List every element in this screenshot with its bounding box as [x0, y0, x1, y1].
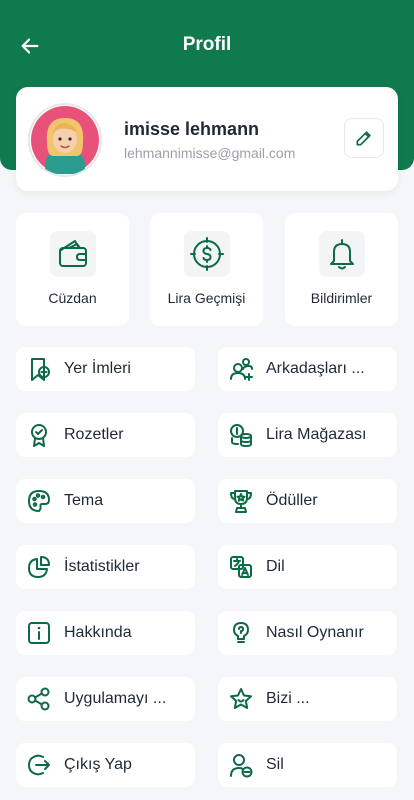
menu-item-language[interactable]: Dil	[218, 545, 397, 589]
menu-item-label: Nasıl Oynanır	[266, 624, 364, 641]
menu-item-label: Hakkında	[64, 624, 132, 641]
quick-action-wallet[interactable]: Cüzdan	[16, 213, 129, 326]
add-friend-icon	[228, 356, 254, 382]
quick-action-label: Cüzdan	[48, 290, 97, 306]
menu-item-statistics[interactable]: İstatistikler	[16, 545, 195, 589]
star-icon	[228, 686, 254, 712]
dollar-compass-icon	[183, 231, 230, 277]
menu-item-friends[interactable]: Arkadaşları ...	[218, 347, 397, 391]
menu-item-about[interactable]: Hakkında	[16, 611, 195, 655]
menu-item-label: Uygulamayı ...	[64, 690, 167, 707]
logout-icon	[26, 752, 52, 778]
menu-item-label: Sil	[266, 756, 284, 773]
badge-icon	[26, 422, 52, 448]
wallet-icon	[49, 231, 96, 277]
trophy-icon	[228, 488, 254, 514]
menu-item-logout[interactable]: Çıkış Yap	[16, 743, 195, 787]
menu-item-label: Dil	[266, 558, 285, 575]
user-name: imisse lehmann	[124, 119, 260, 139]
profile-card: imisse lehmann lehmannimisse@gmail.com	[16, 87, 398, 191]
coins-icon	[228, 422, 254, 448]
menu-item-theme[interactable]: Tema	[16, 479, 195, 523]
menu-item-label: Rozetler	[64, 426, 124, 443]
bookmark-add-icon	[26, 356, 52, 382]
menu-item-label: Çıkış Yap	[64, 756, 132, 773]
quick-action-lira-history[interactable]: Lira Geçmişi	[150, 213, 263, 326]
help-icon	[228, 620, 254, 646]
avatar[interactable]	[28, 103, 102, 177]
menu-item-delete-account[interactable]: Sil	[218, 743, 397, 787]
menu-item-label: Tema	[64, 492, 104, 509]
menu-item-rate-us[interactable]: Bizi ...	[218, 677, 397, 721]
menu-item-how-to-play[interactable]: Nasıl Oynanır	[218, 611, 397, 655]
menu-item-label: Ödüller	[266, 492, 318, 509]
menu-item-label: Arkadaşları ...	[266, 360, 365, 377]
menu-item-label: İstatistikler	[64, 558, 140, 575]
menu-item-bookmarks[interactable]: Yer İmleri	[16, 347, 195, 391]
menu-item-share-app[interactable]: Uygulamayı ...	[16, 677, 195, 721]
share-icon	[26, 686, 52, 712]
palette-icon	[26, 488, 52, 514]
avatar-image	[31, 106, 99, 174]
pie-chart-icon	[26, 554, 52, 580]
menu-item-label: Yer İmleri	[64, 360, 131, 377]
delete-user-icon	[228, 752, 254, 778]
menu-item-lira-store[interactable]: Lira Mağazası	[218, 413, 397, 457]
quick-action-label: Bildirimler	[310, 290, 373, 306]
menu-item-label: Lira Mağazası	[266, 426, 367, 443]
pencil-icon	[356, 131, 371, 146]
quick-action-label: Lira Geçmişi	[167, 290, 246, 306]
menu-item-label: Bizi ...	[266, 690, 310, 707]
edit-profile-button[interactable]	[344, 118, 384, 158]
page-title: Profil	[182, 34, 232, 55]
info-icon	[26, 620, 52, 646]
quick-action-notifications[interactable]: Bildirimler	[285, 213, 398, 326]
user-email: lehmannimisse@gmail.com	[124, 145, 296, 161]
menu-item-badges[interactable]: Rozetler	[16, 413, 195, 457]
translate-icon	[228, 554, 254, 580]
bell-icon	[318, 231, 365, 277]
menu-item-rewards[interactable]: Ödüller	[218, 479, 397, 523]
